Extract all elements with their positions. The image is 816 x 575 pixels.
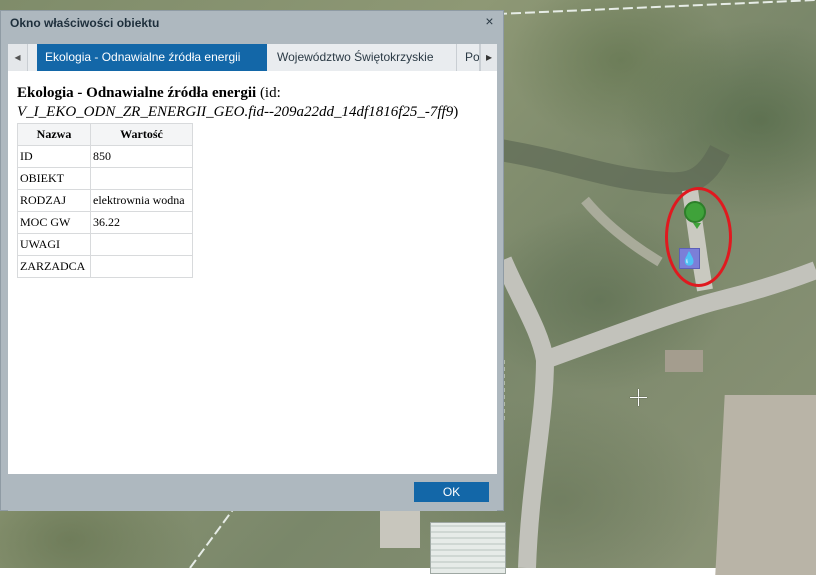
column-header-name: Nazwa — [17, 123, 91, 146]
tab-content: Ekologia - Odnawialne źródła energii (id… — [8, 71, 497, 474]
building-roof — [380, 508, 420, 548]
close-button[interactable]: × — [481, 13, 498, 30]
column-header-value: Wartość — [90, 123, 193, 146]
dialog-title-bar[interactable]: Okno właściwości obiektu × — [1, 11, 503, 34]
feature-id-suffix: ) — [453, 104, 459, 120]
ok-button[interactable]: OK — [414, 482, 489, 502]
table-row: OBIEKT — [17, 167, 193, 190]
row-value: elektrownia wodna — [90, 189, 193, 212]
row-name: RODZAJ — [17, 189, 91, 212]
tab-wojewodztwo[interactable]: Województwo Świętokrzyskie — [269, 44, 457, 71]
table-row: ID 850 — [17, 145, 193, 168]
tab-partial[interactable]: Po — [459, 44, 480, 71]
properties-table: Nazwa Wartość ID 850 OBIEKT RODZAJ elekt… — [17, 123, 193, 278]
tab-scroll-left-button[interactable]: ◂ — [8, 44, 28, 71]
properties-dialog: Okno właściwości obiektu × ◂ Ekologia - … — [0, 10, 504, 511]
row-name: ZARZADCA — [17, 255, 91, 278]
feature-heading: Ekologia - Odnawialne źródła energii (id… — [17, 84, 458, 122]
crosshair-cursor-icon — [630, 389, 647, 406]
table-header-row: Nazwa Wartość — [17, 123, 193, 146]
building-greenhouse — [430, 522, 506, 574]
row-name: OBIEKT — [17, 167, 91, 190]
row-name: ID — [17, 145, 91, 168]
row-value — [90, 233, 193, 256]
table-row: ZARZADCA — [17, 255, 193, 278]
field-area — [715, 395, 816, 575]
table-row: MOC GW 36.22 — [17, 211, 193, 234]
water-drop-marker-icon[interactable]: 💧 — [679, 248, 700, 269]
dialog-title: Okno właściwości obiektu — [10, 16, 160, 30]
table-row: UWAGI — [17, 233, 193, 256]
tab-scroll-right-button[interactable]: ▸ — [480, 44, 497, 71]
row-value: 850 — [90, 145, 193, 168]
water-drop-glyph: 💧 — [681, 251, 698, 266]
dialog-footer: OK — [8, 474, 497, 511]
row-value — [90, 255, 193, 278]
table-row: RODZAJ elektrownia wodna — [17, 189, 193, 212]
tabs-strip: ◂ Ekologia - Odnawialne źródła energii W… — [8, 44, 497, 71]
row-name: UWAGI — [17, 233, 91, 256]
green-energy-marker-icon[interactable] — [684, 201, 706, 229]
feature-id-prefix: (id: — [256, 85, 281, 101]
row-value — [90, 167, 193, 190]
feature-title: Ekologia - Odnawialne źródła energii — [17, 85, 257, 101]
row-value: 36.22 — [90, 211, 193, 234]
tab-ekologia[interactable]: Ekologia - Odnawialne źródła energii — [37, 44, 267, 71]
row-name: MOC GW — [17, 211, 91, 234]
feature-id: V_I_EKO_ODN_ZR_ENERGII_GEO.fid--209a22dd… — [17, 104, 454, 120]
